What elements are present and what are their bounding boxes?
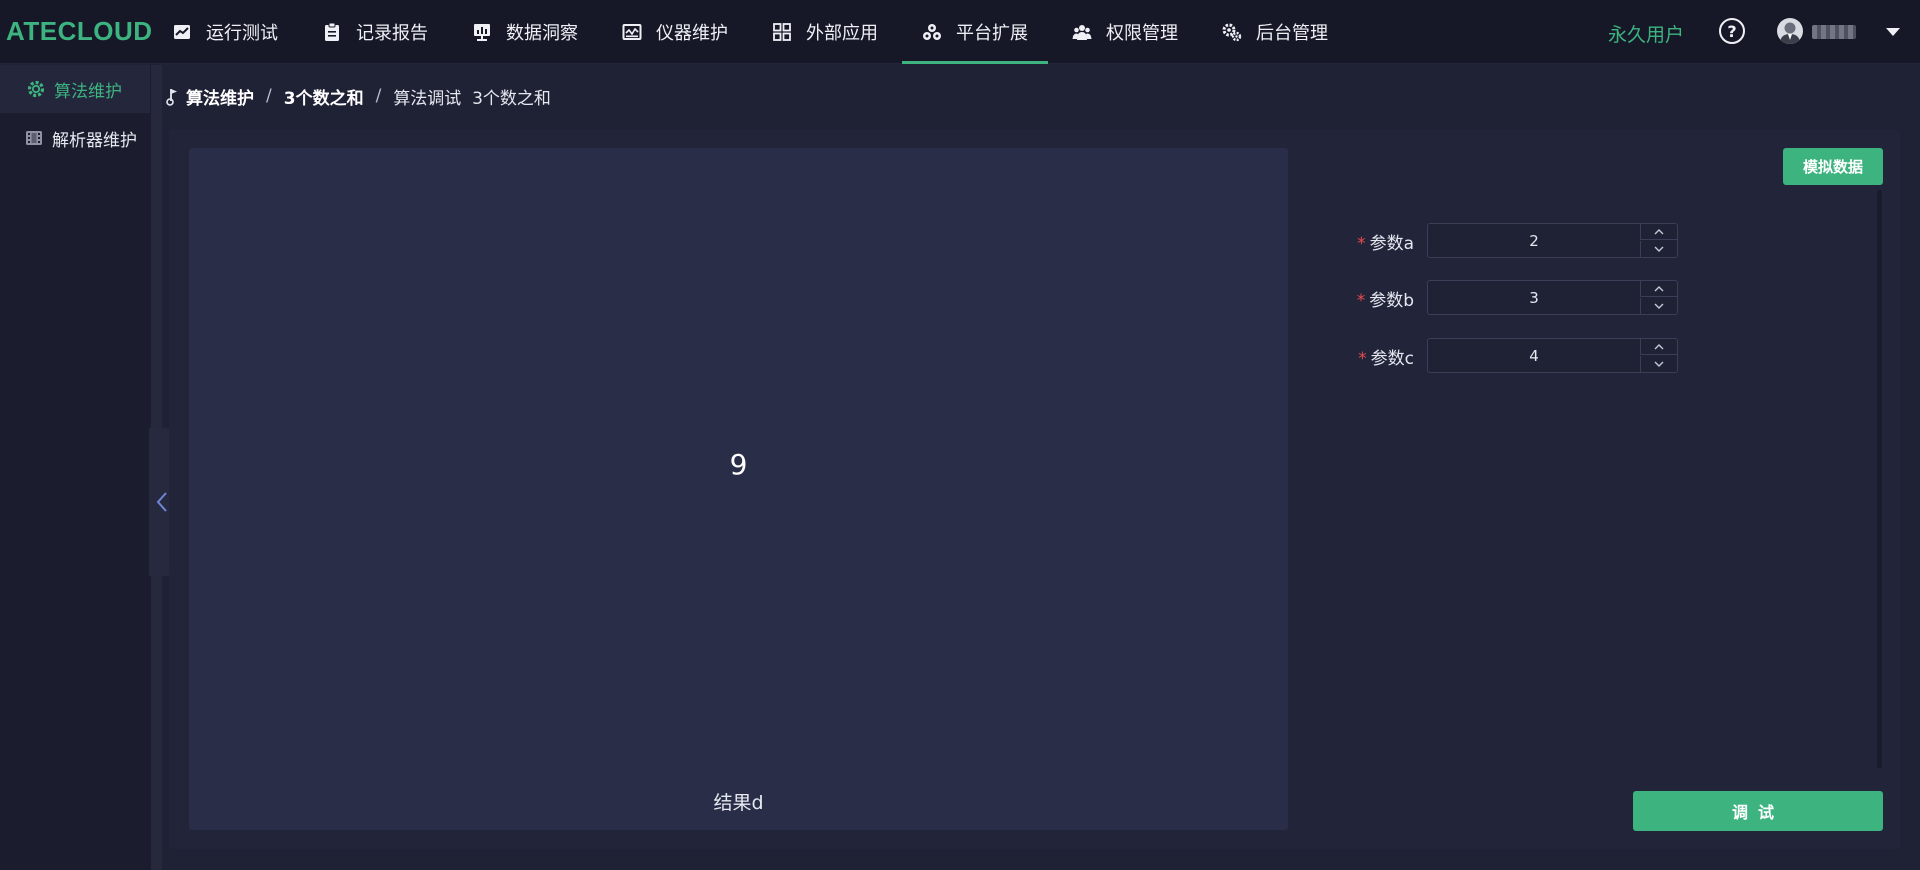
nav-item-label: 记录报告 xyxy=(356,23,428,44)
nav-item-label: 权限管理 xyxy=(1106,23,1178,44)
nav-item-record-report[interactable]: 记录报告 xyxy=(322,0,428,64)
breadcrumb: 算法维护 / 3个数之和 / 算法调试 3个数之和 xyxy=(164,84,551,109)
params-scrollbar[interactable] xyxy=(1877,190,1882,768)
nav-item-external-apps[interactable]: 外部应用 xyxy=(772,0,878,64)
nav-item-label: 数据洞察 xyxy=(506,23,578,44)
chevron-up-icon xyxy=(1654,285,1664,291)
avatar[interactable] xyxy=(1777,18,1803,44)
username[interactable] xyxy=(1812,25,1856,39)
param-label: * 参数a xyxy=(1357,234,1414,254)
param-a-input[interactable] xyxy=(1428,224,1640,257)
breadcrumb-item-current: 算法调试 3个数之和 xyxy=(393,88,551,109)
param-label: * 参数b xyxy=(1356,291,1414,311)
chevron-down-icon xyxy=(1654,361,1664,367)
app-logo[interactable]: ATECLOUD xyxy=(6,16,153,47)
chevron-down-icon xyxy=(1654,303,1664,309)
param-b-increase[interactable] xyxy=(1640,281,1677,297)
nav-item-run-test[interactable]: 运行测试 xyxy=(172,0,278,64)
param-b-decrease[interactable] xyxy=(1640,298,1677,314)
required-mark: * xyxy=(1358,349,1367,369)
chevron-up-icon xyxy=(1654,343,1664,349)
nav-item-data-insight[interactable]: 数据洞察 xyxy=(472,0,578,64)
sidebar-item-label: 解析器维护 xyxy=(52,130,137,151)
top-navigation: ATECLOUD 运行测试 记录报告 数据洞察 仪器维护 外部应用 平台扩展 权… xyxy=(0,0,1920,64)
result-label: 结果d xyxy=(713,792,764,814)
breadcrumb-item-algorithm-name[interactable]: 3个数之和 xyxy=(284,84,364,109)
license-status: 永久用户 xyxy=(1608,24,1685,46)
nav-item-label: 外部应用 xyxy=(806,23,878,44)
result-value: 9 xyxy=(729,448,748,481)
param-c-increase[interactable] xyxy=(1640,339,1677,355)
param-label: * 参数c xyxy=(1358,349,1414,369)
nav-item-permission-management[interactable]: 权限管理 xyxy=(1072,0,1178,64)
clipboard-icon xyxy=(325,22,339,41)
sidebar-item-algorithm-maintenance[interactable]: 算法维护 xyxy=(0,65,150,113)
gear-icon xyxy=(27,80,45,98)
cubes-icon xyxy=(923,24,941,40)
sidebar-item-label: 算法维护 xyxy=(54,81,122,102)
nav-item-label: 运行测试 xyxy=(206,23,278,44)
required-mark: * xyxy=(1356,291,1366,311)
param-c-input[interactable] xyxy=(1428,339,1640,372)
sidebar: 算法维护 解析器维护 xyxy=(0,65,152,870)
gears-icon xyxy=(1222,23,1242,42)
users-icon xyxy=(1072,25,1092,40)
sidebar-item-parser-maintenance[interactable]: 解析器维护 xyxy=(0,114,150,162)
chart-line-icon xyxy=(174,25,190,39)
nav-item-label: 仪器维护 xyxy=(656,23,728,44)
debug-button[interactable]: 调试 xyxy=(1633,791,1883,831)
nav-item-label: 平台扩展 xyxy=(956,23,1028,44)
required-mark: * xyxy=(1357,234,1366,254)
param-a-stepper xyxy=(1427,223,1678,258)
param-b-stepper xyxy=(1427,280,1678,315)
chevron-up-icon xyxy=(1654,228,1664,234)
param-c-stepper xyxy=(1427,338,1678,373)
mock-data-button[interactable]: 模拟数据 xyxy=(1783,148,1883,185)
breadcrumb-item-algorithm-maintenance[interactable]: 算法维护 xyxy=(186,84,254,109)
param-a-decrease[interactable] xyxy=(1640,241,1677,257)
pin-icon xyxy=(166,89,177,106)
chevron-down-icon[interactable] xyxy=(1886,28,1900,36)
breadcrumb-separator: / xyxy=(266,86,272,106)
grid-icon xyxy=(773,23,791,41)
nav-item-label: 后台管理 xyxy=(1256,23,1328,44)
help-icon[interactable]: ? xyxy=(1719,18,1745,44)
instrument-icon xyxy=(622,24,642,40)
breadcrumb-separator: / xyxy=(375,86,382,106)
param-b-input[interactable] xyxy=(1428,281,1640,314)
nav-item-platform-extension[interactable]: 平台扩展 xyxy=(902,0,1048,64)
user-avatar-icon xyxy=(1780,22,1800,44)
chevron-left-icon xyxy=(156,492,167,512)
param-c-decrease[interactable] xyxy=(1640,356,1677,372)
nav-item-instrument-maintenance[interactable]: 仪器维护 xyxy=(622,0,728,64)
film-icon xyxy=(26,131,42,145)
param-a-increase[interactable] xyxy=(1640,224,1677,240)
chevron-down-icon xyxy=(1654,246,1664,252)
bar-chart-icon xyxy=(474,24,490,41)
result-card: 9 结果d xyxy=(189,148,1288,830)
nav-item-backend-management[interactable]: 后台管理 xyxy=(1222,0,1328,64)
